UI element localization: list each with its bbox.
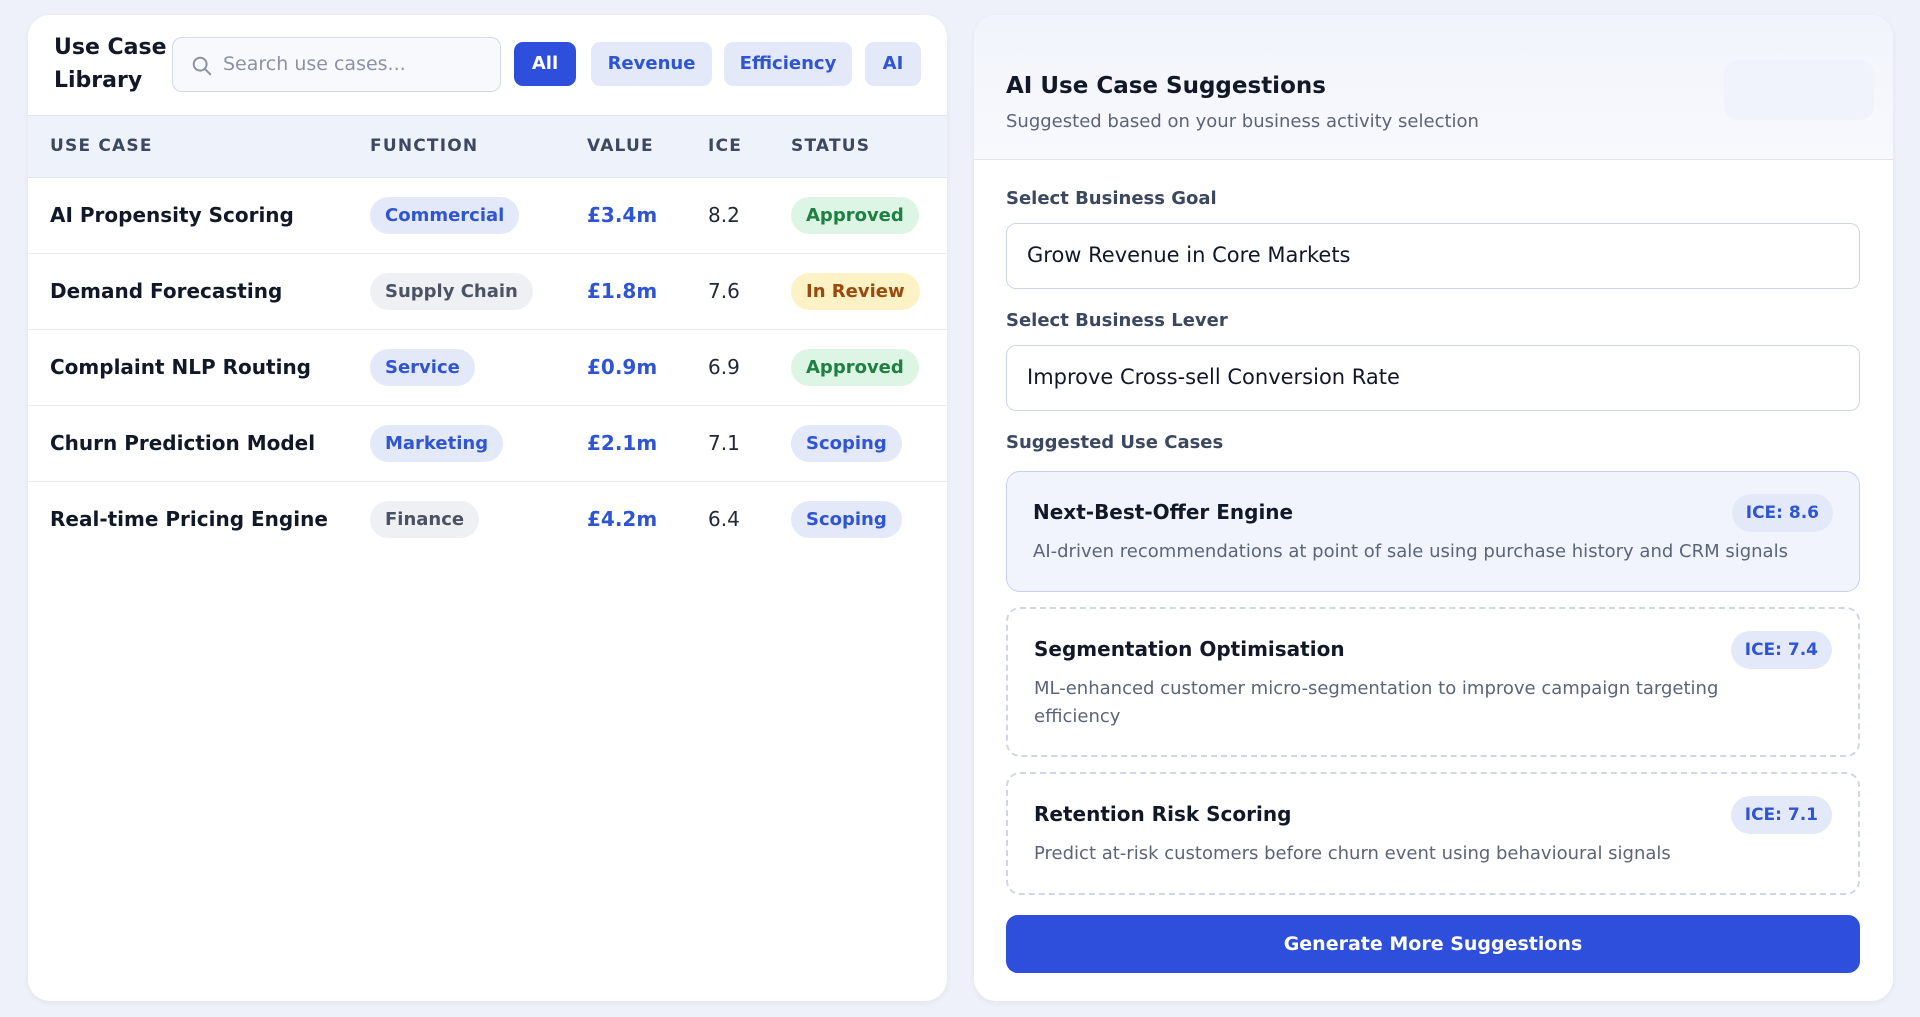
filter-chip-all[interactable]: All [514,42,576,86]
status-badge: Scoping [791,501,902,538]
header-action-button[interactable] [1724,60,1874,120]
column-header-ice[interactable]: ICE [708,116,742,177]
ice-score: 6.4 [708,507,740,531]
generate-more-suggestions-button[interactable]: Generate More Suggestions [1006,915,1860,973]
column-header-value[interactable]: VALUE [587,116,654,177]
suggestion-title: Segmentation Optimisation [1034,637,1345,661]
suggestion-description: AI-driven recommendations at point of sa… [1033,541,1788,562]
table-row[interactable]: Demand Forecasting Supply Chain £1.8m 7.… [28,254,947,330]
status-badge: Scoping [791,425,902,462]
ice-score: 8.2 [708,203,740,227]
value-cell: £2.1m [587,431,658,455]
use-case-library-panel: Use Case Library All Revenue Efficiency … [28,15,947,1001]
function-badge: Supply Chain [370,273,533,310]
search-input[interactable] [223,38,493,90]
suggestions-title: AI Use Case Suggestions [1006,73,1326,99]
suggestion-card[interactable]: Retention Risk Scoring ICE: 7.1 Predict … [1006,772,1860,895]
filter-chip-revenue[interactable]: Revenue [591,42,712,86]
status-badge: Approved [791,349,919,386]
suggestion-title: Retention Risk Scoring [1034,802,1292,826]
table-row[interactable]: Churn Prediction Model Marketing £2.1m 7… [28,406,947,482]
business-goal-select[interactable]: Grow Revenue in Core Markets [1006,223,1860,289]
ice-score-badge: ICE: 7.4 [1730,631,1832,669]
use-case-name: Churn Prediction Model [50,431,316,455]
search-icon [192,56,212,76]
filter-chip-efficiency[interactable]: Efficiency [724,42,852,86]
suggestion-card[interactable]: Next-Best-Offer Engine ICE: 8.6 AI-drive… [1006,471,1860,592]
suggestions-header: AI Use Case Suggestions Suggested based … [974,15,1893,160]
use-case-name: Demand Forecasting [50,279,283,303]
business-lever-select[interactable]: Improve Cross-sell Conversion Rate [1006,345,1860,411]
value-cell: £1.8m [587,279,658,303]
suggestion-card[interactable]: Segmentation Optimisation ICE: 7.4 ML-en… [1006,607,1860,757]
ice-score: 7.6 [708,279,740,303]
search-box[interactable] [172,37,501,92]
table-row[interactable]: Complaint NLP Routing Service £0.9m 6.9 … [28,330,947,406]
table-row[interactable]: Real-time Pricing Engine Finance £4.2m 6… [28,482,947,558]
suggested-use-cases-label: Suggested Use Cases [1006,432,1224,453]
ice-score: 6.9 [708,355,740,379]
ai-suggestions-panel: AI Use Case Suggestions Suggested based … [974,15,1893,1001]
library-header: Use Case Library All Revenue Efficiency … [28,15,947,115]
status-badge: Approved [791,197,919,234]
function-badge: Marketing [370,425,504,462]
suggestion-title: Next-Best-Offer Engine [1033,500,1294,524]
status-badge: In Review [791,273,920,310]
column-header-use-case[interactable]: USE CASE [50,116,153,177]
use-case-name: Complaint NLP Routing [50,355,311,379]
column-header-status[interactable]: STATUS [791,116,870,177]
value-cell: £4.2m [587,507,658,531]
business-goal-label: Select Business Goal [1006,188,1217,209]
suggestions-subtitle: Suggested based on your business activit… [1006,111,1479,132]
library-title: Use Case Library [54,35,167,93]
use-case-name: AI Propensity Scoring [50,203,294,227]
table-row[interactable]: AI Propensity Scoring Commercial £3.4m 8… [28,178,947,254]
value-cell: £3.4m [587,203,658,227]
ice-score: 7.1 [708,431,740,455]
function-badge: Service [370,349,475,386]
function-badge: Commercial [370,197,520,234]
filter-chip-ai[interactable]: AI [865,42,921,86]
suggestion-description: ML-enhanced customer micro-segmentation … [1034,678,1719,727]
table-header: USE CASE FUNCTION VALUE ICE STATUS [28,115,947,178]
use-case-name: Real-time Pricing Engine [50,507,328,531]
suggestion-description: Predict at-risk customers before churn e… [1034,843,1671,864]
function-badge: Finance [370,501,480,538]
value-cell: £0.9m [587,355,658,379]
ice-score-badge: ICE: 7.1 [1730,796,1832,834]
business-lever-label: Select Business Lever [1006,310,1228,331]
column-header-function[interactable]: FUNCTION [370,116,478,177]
ice-score-badge: ICE: 8.6 [1731,494,1833,532]
